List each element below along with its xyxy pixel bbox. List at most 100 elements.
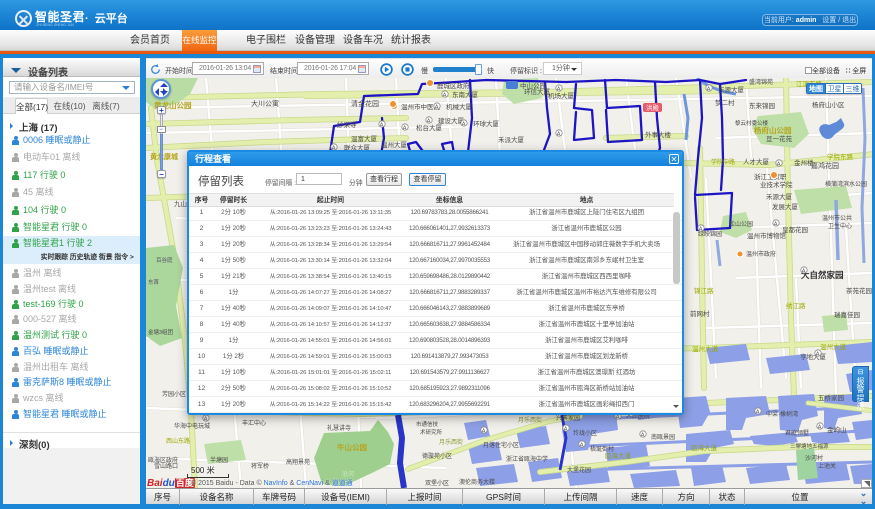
svg-text:业技术学院: 业技术学院: [760, 180, 793, 189]
svg-text:A: A: [403, 125, 407, 131]
svg-text:A: A: [818, 424, 822, 430]
svg-text:鹿城区政府: 鹿城区政府: [437, 81, 470, 90]
svg-text:A: A: [557, 131, 561, 137]
svg-text:黄龙康城: 黄龙康城: [150, 152, 178, 161]
svg-text:雪山路口: 雪山路口: [154, 462, 178, 470]
svg-text:高翔景苑: 高翔景苑: [286, 458, 310, 466]
svg-text:大川公寓: 大川公寓: [251, 99, 279, 108]
svg-text:中梁·橡树湾: 中梁·橡树湾: [766, 410, 798, 418]
svg-text:南瓯景园: 南瓯景园: [651, 433, 675, 441]
svg-text:A: A: [580, 442, 584, 448]
svg-text:锦江路: 锦江路: [694, 286, 714, 295]
svg-text:东源大厦: 东源大厦: [718, 85, 745, 94]
svg-text:横蒲湾滨水公园: 横蒲湾滨水公园: [825, 180, 867, 188]
svg-text:温富大厦: 温富大厦: [351, 134, 378, 143]
svg-text:温州大厦: 温州大厦: [381, 140, 408, 149]
svg-text:A: A: [699, 226, 703, 232]
svg-text:禾派大厦: 禾派大厦: [498, 135, 525, 144]
svg-text:A: A: [204, 416, 208, 422]
svg-text:A: A: [774, 221, 778, 227]
svg-text:西山东路: 西山东路: [166, 437, 190, 445]
svg-text:瓯海区政府: 瓯海区政府: [148, 456, 178, 464]
svg-text:三塀塘地五福源: 三塀塘地五福源: [790, 442, 829, 450]
svg-text:双堡小区: 双堡小区: [425, 479, 449, 487]
svg-text:机械大厦: 机械大厦: [446, 102, 473, 111]
svg-text:嘉鸿花园: 嘉鸿花园: [811, 161, 839, 170]
svg-text:A: A: [462, 121, 466, 127]
svg-text:温州大道: 温州大道: [820, 342, 847, 351]
svg-text:温州市政府: 温州市政府: [746, 250, 776, 258]
svg-text:温州市公共: 温州市公共: [822, 214, 852, 222]
svg-text:人才大厦: 人才大厦: [743, 157, 770, 166]
svg-text:金州楼: 金州楼: [794, 158, 814, 167]
svg-text:大堡花园: 大堡花园: [567, 466, 591, 474]
svg-text:亘一花苑: 亘一花苑: [766, 134, 793, 143]
svg-text:A: A: [443, 92, 447, 98]
svg-text:君庭领墅: 君庭领墅: [785, 429, 809, 437]
svg-text:卫生中心: 卫生中心: [828, 222, 852, 230]
svg-text:东南大厦: 东南大厦: [452, 90, 479, 99]
svg-text:梦二村: 梦二村: [715, 98, 735, 107]
svg-text:绣江路: 绣江路: [786, 301, 806, 310]
svg-text:浙江省瓯海中学: 浙江省瓯海中学: [506, 455, 548, 463]
svg-text:松山公园: 松山公园: [729, 220, 753, 228]
svg-text:沙河村: 沙河村: [805, 454, 823, 462]
svg-text:东来锦园: 东来锦园: [749, 101, 775, 110]
svg-text:温州市博物馆: 温州市博物馆: [747, 231, 787, 240]
svg-text:德璇苑小区: 德璇苑小区: [422, 452, 452, 460]
svg-text:月乐西街: 月乐西街: [518, 416, 542, 424]
svg-text:发展大厦: 发展大厦: [772, 202, 799, 211]
svg-text:妙果寺: 妙果寺: [337, 120, 357, 129]
svg-text:A: A: [557, 86, 561, 92]
svg-text:A: A: [802, 268, 806, 274]
svg-text:百谷庭: 百谷庭: [156, 256, 173, 264]
svg-text:瓯海大道: 瓯海大道: [691, 443, 718, 452]
svg-text:盛湾锦苑: 盛湾锦苑: [749, 78, 773, 86]
svg-text:月落住宅小区: 月落住宅小区: [483, 441, 519, 449]
svg-text:上池关: 上池关: [818, 462, 836, 470]
svg-text:澳伦商务大楼: 澳伦商务大楼: [459, 478, 495, 486]
svg-text:亨地大厦: 亨地大厦: [800, 352, 827, 361]
svg-text:A: A: [707, 86, 711, 92]
svg-text:丰汇中心: 丰汇中心: [242, 419, 266, 427]
svg-text:前网村: 前网村: [690, 309, 710, 318]
svg-text:将军桥: 将军桥: [251, 462, 269, 470]
svg-text:梧埏街村: 梧埏街村: [590, 445, 614, 453]
svg-text:瑞嘉佳园: 瑞嘉佳园: [834, 310, 860, 319]
svg-text:A: A: [435, 104, 439, 110]
svg-text:A: A: [816, 351, 820, 357]
svg-text:半塘园: 半塘园: [210, 456, 228, 464]
svg-text:洪殿: 洪殿: [646, 103, 660, 112]
svg-text:清金花园: 清金花园: [351, 99, 379, 108]
svg-text:芳园小区: 芳园小区: [162, 390, 186, 398]
svg-text:沧河: 沧河: [342, 470, 354, 478]
svg-text:学院中路: 学院中路: [711, 158, 735, 166]
svg-text:金岣山: 金岣山: [827, 425, 847, 434]
svg-text:五桥家园: 五桥家园: [818, 393, 844, 402]
svg-text:环信大厦: 环信大厦: [524, 87, 551, 96]
svg-text:A: A: [616, 414, 620, 420]
svg-text:华海中电玩城: 华海中电玩城: [174, 422, 210, 430]
svg-text:礼慧讲寺: 礼慧讲寺: [327, 424, 351, 432]
svg-text:学院东路: 学院东路: [827, 152, 854, 161]
svg-text:A: A: [641, 432, 645, 438]
svg-text:金塘3组团: 金塘3组团: [148, 328, 174, 336]
svg-text:大自然家园: 大自然家园: [801, 270, 844, 280]
svg-text:A: A: [777, 161, 781, 167]
svg-text:A: A: [427, 118, 431, 124]
svg-text:杨府山小区: 杨府山小区: [812, 100, 845, 109]
svg-text:术研究所: 术研究所: [420, 428, 443, 436]
svg-text:玲珑小区: 玲珑小区: [573, 429, 597, 437]
svg-text:A: A: [380, 122, 384, 128]
svg-text:A: A: [482, 428, 486, 434]
svg-text:A: A: [756, 409, 760, 415]
svg-text:茶苑花园: 茶苑花园: [846, 286, 872, 295]
svg-text:温州大道: 温州大道: [692, 344, 719, 353]
svg-text:外事大楼: 外事大楼: [645, 130, 672, 139]
svg-text:东首: 东首: [148, 278, 160, 286]
svg-text:月乐西街: 月乐西街: [439, 438, 463, 446]
svg-text:A: A: [564, 426, 568, 432]
svg-text:杨府山公园: 杨府山公园: [754, 125, 792, 135]
svg-text:牛山公园: 牛山公园: [337, 442, 367, 452]
svg-text:市通信技: 市通信技: [416, 420, 439, 428]
